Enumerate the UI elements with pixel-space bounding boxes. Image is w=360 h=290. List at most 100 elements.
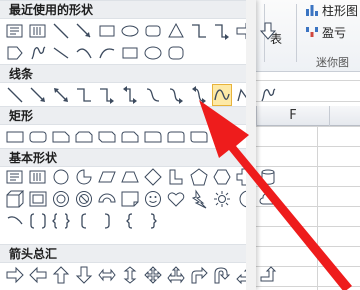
double-arrow-line-shape[interactable]	[51, 84, 71, 106]
round-single-corner-rectangle-shape[interactable]	[143, 126, 163, 148]
column-chart-icon[interactable]	[305, 2, 319, 21]
column-header-f[interactable]: F	[256, 106, 329, 126]
basic-shapes-row-3	[5, 210, 163, 232]
down-arrow-shape[interactable]	[258, 20, 278, 42]
curve-shape[interactable]	[97, 42, 117, 64]
section-header-basic: 基本形状	[0, 148, 254, 167]
oval-shape[interactable]	[51, 166, 71, 188]
hexagon-shape[interactable]	[212, 166, 232, 188]
section-header-rectangles: 矩形	[0, 106, 254, 125]
snip-same-side-corner-rectangle-shape[interactable]	[74, 126, 94, 148]
ribbon-separator	[296, 4, 297, 62]
no-symbol-shape[interactable]	[74, 188, 94, 210]
rectangles-row	[5, 126, 209, 148]
up-block-arrow-shape[interactable]	[51, 264, 71, 286]
left-right-arrow-shape[interactable]	[97, 264, 117, 286]
arrow-line-shape[interactable]	[74, 20, 94, 42]
right-block-arrow-shape[interactable]	[5, 264, 25, 286]
elbow-double-arrow-connector-shape[interactable]	[120, 84, 140, 106]
l-shape[interactable]	[166, 166, 186, 188]
left-right-up-arrow-shape[interactable]	[166, 264, 186, 286]
round-same-side-corner-rectangle-shape[interactable]	[166, 126, 186, 148]
elbow-arrow-connector-shape[interactable]	[212, 20, 232, 42]
elbow-connector-shape[interactable]	[74, 84, 94, 106]
curved-connector-shape[interactable]	[143, 84, 163, 106]
cube-shape[interactable]	[5, 188, 25, 210]
textbox-shape[interactable]	[5, 20, 25, 42]
freeform-scribble-shape[interactable]	[28, 42, 48, 64]
line-shape[interactable]	[5, 84, 25, 106]
quad-arrow-shape[interactable]	[143, 264, 163, 286]
down-block-arrow-shape[interactable]	[74, 264, 94, 286]
bevel-shape[interactable]	[28, 188, 48, 210]
curved-double-arrow-connector-shape[interactable]	[189, 84, 209, 106]
sun-shape[interactable]	[212, 188, 232, 210]
bent-arrow-shape[interactable]	[189, 264, 209, 286]
u-turn-arrow-shape[interactable]	[212, 264, 232, 286]
left-brace-shape[interactable]	[120, 210, 140, 232]
line-shape[interactable]	[51, 20, 71, 42]
cloud-shape[interactable]	[258, 188, 279, 210]
rounded-rectangle-shape[interactable]	[28, 126, 48, 148]
snip-round-corner-rectangle-shape[interactable]	[120, 126, 140, 148]
elbow-connector-shape[interactable]	[189, 20, 209, 42]
winloss-sparkline-button[interactable]: 盈亏	[322, 24, 346, 41]
right-bracket-shape[interactable]	[97, 210, 117, 232]
textbox-shape[interactable]	[5, 166, 25, 188]
column-sparkline-button[interactable]: 柱形图	[322, 2, 358, 19]
flowchart-shape[interactable]	[5, 42, 25, 64]
smiley-face-shape[interactable]	[143, 188, 163, 210]
pentagon-shape[interactable]	[189, 166, 209, 188]
up-down-arrow-shape[interactable]	[120, 264, 140, 286]
pie-shape[interactable]	[74, 166, 94, 188]
arrow-line-shape[interactable]	[28, 84, 48, 106]
rounded-rect-small-shape[interactable]	[166, 42, 186, 64]
lines-row	[5, 84, 278, 106]
arc-shape[interactable]	[5, 210, 25, 232]
donut-shape[interactable]	[51, 188, 71, 210]
rectangle-shape[interactable]	[97, 20, 117, 42]
rectangle-shape[interactable]	[5, 126, 25, 148]
curved-arrow-connector-shape[interactable]	[166, 84, 186, 106]
basic-shapes-row-1	[5, 166, 278, 188]
round-diagonal-corner-rectangle-shape[interactable]	[189, 126, 209, 148]
double-brace-shape[interactable]	[51, 210, 71, 232]
shapes-dropdown: 最近使用的形状 线条 矩形 基本形状 箭头总汇	[0, 0, 279, 290]
heart-shape[interactable]	[166, 188, 186, 210]
lightning-bolt-shape[interactable]	[189, 188, 209, 210]
can-shape[interactable]	[258, 166, 278, 188]
diamond-shape[interactable]	[143, 166, 163, 188]
section-header-lines: 线条	[0, 64, 254, 83]
recent-shapes-row-2	[5, 42, 186, 64]
right-brace-shape[interactable]	[143, 210, 163, 232]
arrows-row	[5, 264, 278, 286]
block-arc-shape[interactable]	[97, 188, 117, 210]
triangle-shape[interactable]	[166, 20, 186, 42]
elbow-arrow-connector-shape[interactable]	[97, 84, 117, 106]
parallelogram-shape[interactable]	[97, 166, 117, 188]
basic-shapes-row-2	[5, 188, 279, 210]
oval-small-shape[interactable]	[143, 42, 163, 64]
win-loss-chart-icon[interactable]	[305, 24, 319, 43]
section-header-arrows: 箭头总汇	[0, 244, 254, 263]
trapezoid-shape[interactable]	[120, 166, 140, 188]
diagonal-line-shape[interactable]	[51, 42, 71, 64]
oval-shape[interactable]	[120, 20, 140, 42]
left-bracket-shape[interactable]	[74, 210, 94, 232]
vertical-textbox-shape[interactable]	[28, 166, 48, 188]
scribble-shape[interactable]	[258, 84, 278, 106]
vertical-textbox-shape[interactable]	[28, 20, 48, 42]
folded-corner-shape[interactable]	[120, 188, 140, 210]
rounded-rectangle-shape[interactable]	[143, 20, 163, 42]
left-block-arrow-shape[interactable]	[28, 264, 48, 286]
column-header-g[interactable]	[329, 106, 360, 126]
snip-single-corner-rectangle-shape[interactable]	[51, 126, 71, 148]
rectangle-small-shape[interactable]	[120, 42, 140, 64]
recent-shapes-row	[5, 20, 278, 42]
freeform-curve-shape[interactable]	[212, 84, 232, 106]
snip-diagonal-corner-rectangle-shape[interactable]	[97, 126, 117, 148]
arc-shape[interactable]	[74, 42, 94, 64]
bent-up-arrow-shape[interactable]	[258, 264, 278, 286]
double-bracket-shape[interactable]	[28, 210, 48, 232]
panel-scrollbar[interactable]	[246, 0, 256, 290]
